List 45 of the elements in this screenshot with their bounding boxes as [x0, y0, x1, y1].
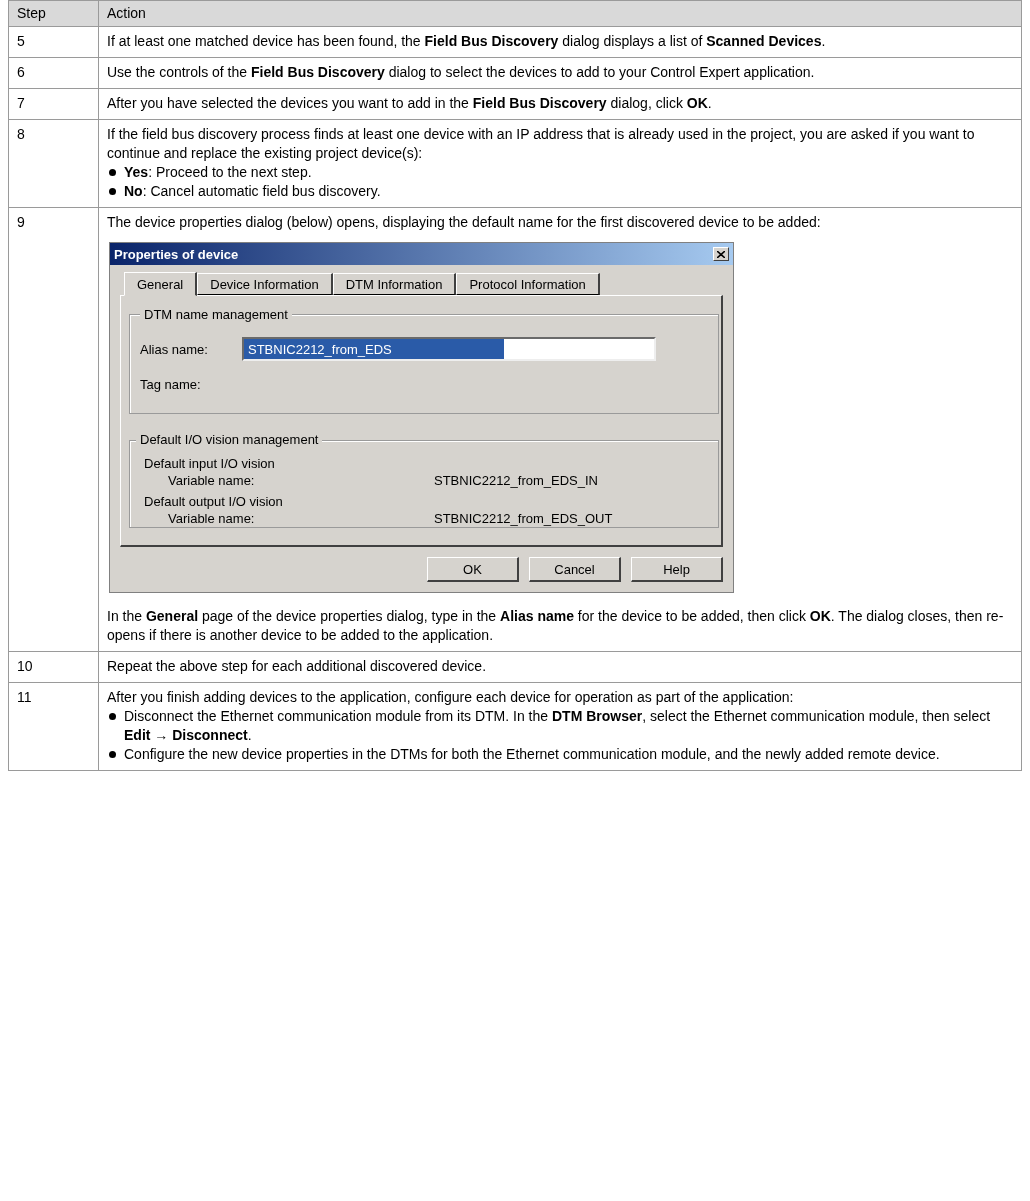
dialog-button[interactable]: OK: [427, 557, 519, 582]
list-item: No: Cancel automatic field bus discovery.: [124, 182, 381, 201]
list-item: Configure the new device properties in the DTMs for both the Ethernet communication module, and the newly added remote device.: [124, 745, 940, 764]
field-label: Alias name:: [140, 340, 209, 359]
field-value: STBNIC2212_from_EDS_IN: [434, 472, 598, 489]
close-icon: [717, 250, 725, 258]
step-number: 5: [8, 26, 99, 58]
paragraph: If at least one matched device has been found, the Field Bus Discovery dialog displays a list of Scanned Devices.: [107, 32, 827, 51]
field-label: Variable name:: [167, 472, 256, 489]
column-header: Step: [8, 0, 99, 27]
column-header: Action: [98, 0, 1022, 27]
paragraph: Use the controls of the Field Bus Discovery dialog to select the devices to add to your Control Expert application.: [107, 63, 816, 82]
dialog-button[interactable]: Help: [631, 557, 723, 582]
step-number: 9: [8, 207, 99, 652]
bullet-icon: [109, 751, 116, 758]
field-value: STBNIC2212_from_EDS: [244, 339, 504, 359]
paragraph: If the field bus discovery process finds at least one device with an IP address that is already used in the project, you are asked if you want to continue and replace the existing project device(s):: [107, 125, 976, 163]
paragraph: Repeat the above step for each additional discovered device.: [107, 657, 488, 676]
field-label: Tag name:: [140, 376, 202, 394]
bullet-icon: [109, 713, 116, 720]
tab[interactable]: General: [124, 272, 198, 296]
step-number: 10: [8, 651, 99, 683]
section-heading: Default input I/O vision: [144, 455, 275, 472]
step-number: 7: [8, 88, 99, 120]
field-label: Variable name:: [167, 510, 256, 527]
list-item: Yes: Proceed to the next step.: [124, 163, 312, 182]
paragraph: In the General page of the device properties dialog, type in the Alias name for the device to be added, then click OK. The dialog closes, then re-opens if there is another device to be added to the application.: [107, 607, 1005, 645]
tab[interactable]: Protocol Information: [456, 273, 600, 295]
field-value: STBNIC2212_from_EDS_OUT: [434, 510, 613, 527]
tab[interactable]: Device Information: [197, 273, 333, 295]
step-number: 11: [8, 682, 99, 771]
list-item: Disconnect the Ethernet communication module from its DTM. In the DTM Browser, select the Ethernet communication module, then select Edit → Disconnect.: [124, 707, 992, 745]
paragraph: After you have selected the devices you want to add in the Field Bus Discovery dialog, click OK.: [107, 94, 713, 113]
paragraph: The device properties dialog (below) opens, displaying the default name for the first discovered device to be added:: [107, 213, 822, 232]
bullet-icon: [109, 188, 116, 195]
bullet-icon: [109, 169, 116, 176]
close-button[interactable]: [713, 247, 729, 261]
step-number: 6: [8, 57, 99, 89]
section-heading: Default output I/O vision: [144, 493, 283, 510]
step-number: 8: [8, 119, 99, 208]
tab[interactable]: DTM Information: [332, 273, 457, 295]
alias-field[interactable]: STBNIC2212_from_EDS: [242, 337, 656, 361]
window-title: Properties of device: [114, 245, 239, 264]
paragraph: After you finish adding devices to the application, configure each device for operation as part of the application:: [107, 688, 795, 707]
dialog-button[interactable]: Cancel: [529, 557, 621, 582]
